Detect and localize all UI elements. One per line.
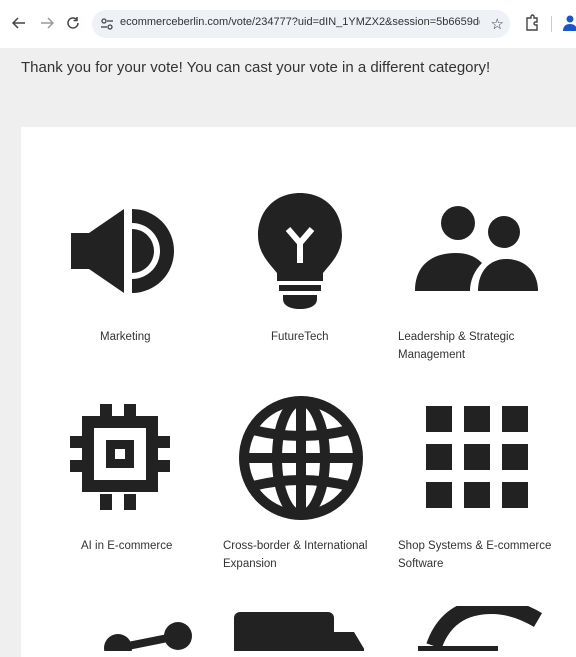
vote-confirmation-message: Thank you for your vote! You can cast yo…	[21, 59, 491, 76]
category-label: Shop Systems & E-commerce Software	[398, 540, 552, 570]
back-button[interactable]	[8, 12, 30, 34]
category-leadership[interactable]: Leadership & Strategic Management	[398, 185, 576, 361]
lightbulb-icon	[258, 193, 342, 309]
category-futuretech[interactable]: FutureTech	[225, 185, 405, 360]
category-label: AI in E-commerce	[81, 540, 173, 552]
speaker-icon	[71, 209, 174, 293]
category-label: Marketing	[100, 331, 151, 343]
category-label: Leadership & Strategic Management	[398, 331, 515, 361]
truck-icon	[234, 612, 364, 651]
browser-toolbar: ecommerceberlin.com/vote/234777?uid=dIN_…	[0, 0, 576, 48]
grid-icon	[426, 406, 528, 508]
arrow-left-icon	[12, 17, 25, 29]
people-icon	[415, 206, 538, 291]
toolbar-divider	[551, 16, 552, 32]
category-partial-euro[interactable]	[410, 600, 576, 651]
category-label: FutureTech	[271, 331, 329, 343]
address-bar[interactable]: ecommerceberlin.com/vote/234777?uid=dIN_…	[92, 10, 510, 38]
category-partial-delivery[interactable]	[228, 600, 408, 651]
globe-icon	[239, 396, 363, 520]
url-text[interactable]: ecommerceberlin.com/vote/234777?uid=dIN_…	[120, 16, 480, 28]
category-label: Cross-border & International Expansion	[223, 540, 368, 570]
arrow-right-icon	[41, 17, 54, 29]
extensions-icon[interactable]	[524, 14, 540, 32]
reload-icon	[67, 17, 79, 29]
category-ai-ecommerce[interactable]: AI in E-commerce	[40, 390, 220, 570]
category-shop-systems[interactable]: Shop Systems & E-commerce Software	[398, 390, 576, 570]
share-icon	[104, 622, 192, 651]
chip-icon	[70, 404, 170, 510]
category-cross-border[interactable]: Cross-border & International Expansion	[223, 390, 403, 570]
profile-icon[interactable]	[563, 14, 576, 32]
site-settings-icon[interactable]	[100, 17, 114, 31]
reload-button[interactable]	[62, 12, 84, 34]
category-partial-share[interactable]	[70, 600, 250, 651]
category-marketing[interactable]: Marketing	[40, 185, 220, 360]
bookmark-star-icon[interactable]: ☆	[491, 15, 504, 33]
forward-button[interactable]	[36, 12, 58, 34]
euro-icon	[418, 606, 543, 651]
